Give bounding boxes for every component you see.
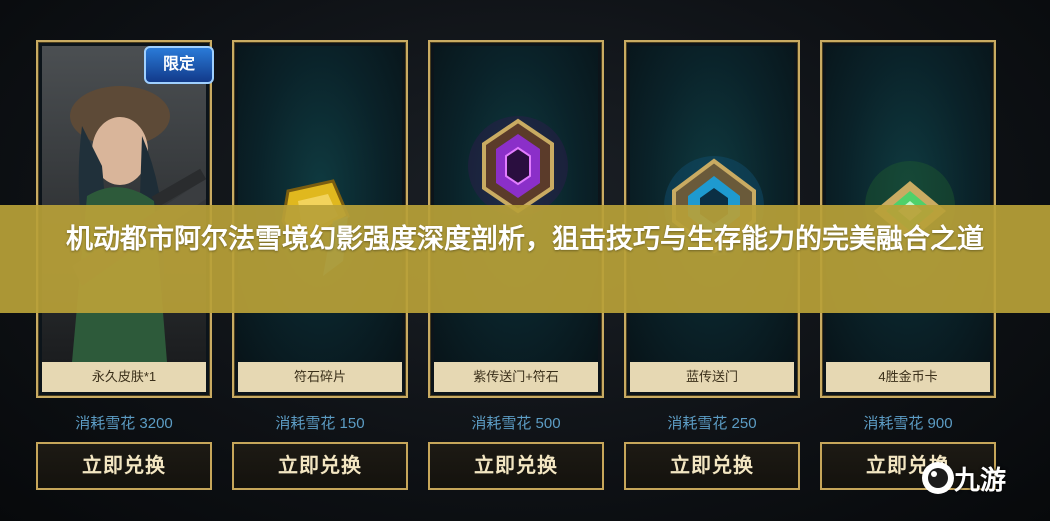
blue-portal-icon: [630, 46, 794, 362]
card-label: 紫传送门+符石: [434, 362, 598, 392]
card-cost: 消耗雪花 3200: [75, 415, 173, 432]
redeem-button[interactable]: 立即兑换: [428, 442, 604, 490]
limited-badge: 限定: [144, 46, 214, 84]
skin-portrait-icon: [42, 46, 206, 362]
gold-card-icon: [826, 46, 990, 362]
rune-shard-icon: [238, 46, 402, 362]
redeem-button[interactable]: 立即兑换: [232, 442, 408, 490]
card-cost: 消耗雪花 500: [471, 415, 561, 432]
card-cost: 消耗雪花 900: [863, 415, 953, 432]
title-banner: 机动都市阿尔法雪境幻影强度深度剖析，狙击技巧与生存能力的完美融合之道: [0, 205, 1050, 313]
card-label: 4胜金币卡: [826, 362, 990, 392]
card-label: 符石碎片: [238, 362, 402, 392]
card-label: 蓝传送门: [630, 362, 794, 392]
card-cost: 消耗雪花 250: [667, 415, 757, 432]
redeem-button[interactable]: 立即兑换: [36, 442, 212, 490]
nine-game-logo-icon: 九游: [918, 452, 1038, 512]
purple-portal-icon: [434, 46, 598, 362]
redeem-button[interactable]: 立即兑换: [624, 442, 800, 490]
banner-title: 机动都市阿尔法雪境幻影强度深度剖析，狙击技巧与生存能力的完美融合之道: [66, 224, 984, 254]
card-label: 永久皮肤*1: [42, 362, 206, 392]
card-cost: 消耗雪花 150: [275, 415, 365, 432]
watermark-text: 九游: [954, 465, 1007, 495]
